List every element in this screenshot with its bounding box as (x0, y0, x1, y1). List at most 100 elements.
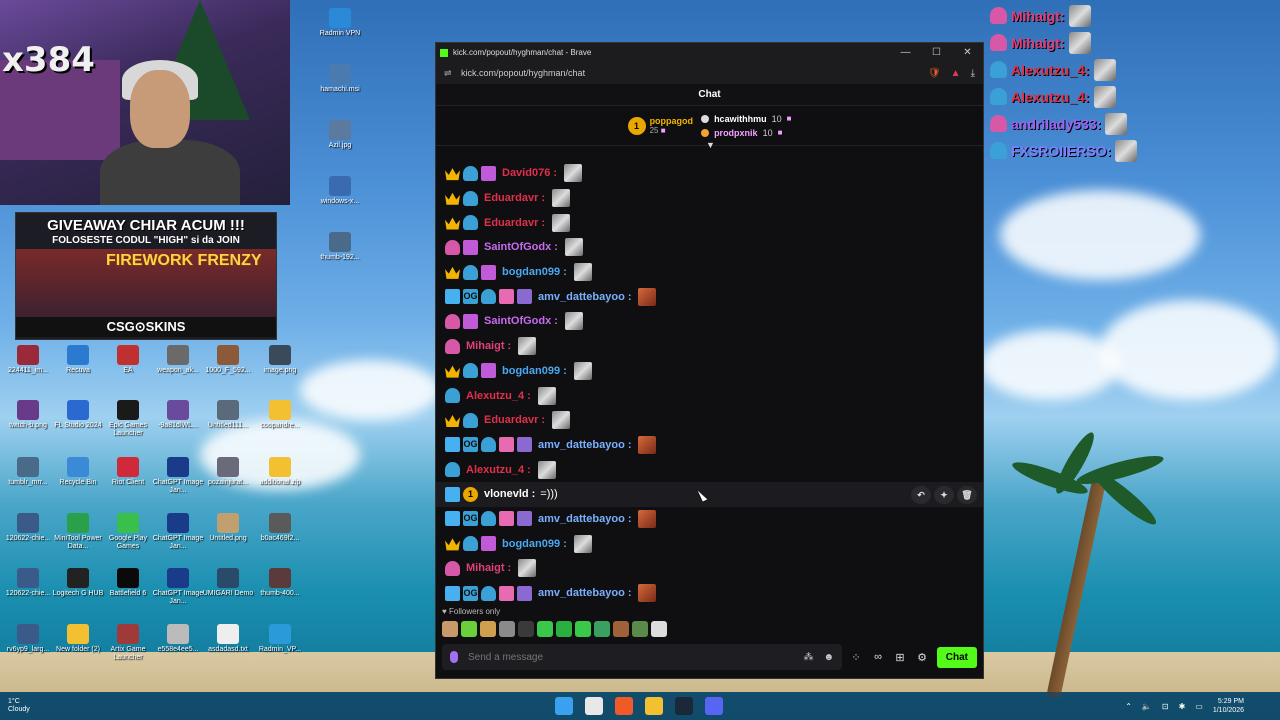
desktop-icon[interactable]: Untitled111... (200, 400, 256, 430)
chat-username[interactable]: Alexutzu_4 (466, 464, 524, 476)
url-field[interactable]: kick.com/popout/hyghman/chat (461, 68, 918, 78)
monster-icon[interactable] (445, 560, 460, 576)
brave-icon[interactable] (615, 697, 633, 715)
gear-icon[interactable]: ⚙ (914, 651, 930, 664)
bot-icon[interactable] (445, 462, 460, 478)
desktop-icon[interactable]: Battlefield 6 (100, 568, 156, 598)
bot-icon[interactable] (445, 388, 460, 404)
desktop-icon[interactable]: twitch-b.png (0, 400, 56, 430)
chat-message[interactable]: OG amv_dattebayoo: (445, 284, 983, 309)
desktop-icon[interactable]: Recuva (50, 345, 106, 375)
desktop-icon[interactable]: thumb-192... (312, 232, 368, 262)
network-icon[interactable]: ⊡ (1162, 702, 1169, 711)
mod-icon[interactable] (517, 437, 532, 453)
chat-username[interactable]: amv_dattebayoo (538, 439, 625, 451)
bot-icon[interactable] (463, 363, 478, 379)
desktop-icon[interactable]: MiniTool Power Data... (50, 513, 106, 551)
desktop-icon[interactable]: EA (100, 345, 156, 375)
desktop-icon[interactable]: Untitled.png (200, 513, 256, 543)
emote[interactable] (442, 621, 458, 637)
hammer-icon[interactable] (445, 486, 460, 502)
hammer-icon[interactable] (445, 511, 460, 527)
bot-icon[interactable] (463, 412, 478, 428)
chat-message[interactable]: OG amv_dattebayoo: (445, 581, 983, 605)
desktop-icon[interactable]: pozainjurat... (200, 457, 256, 487)
emote[interactable] (638, 509, 657, 528)
chat-message[interactable]: Mihaigt: (445, 334, 983, 359)
gift-icon[interactable]: ⊞ (892, 651, 908, 664)
mod-icon[interactable] (517, 289, 532, 305)
chat-username[interactable]: vlonevld (484, 488, 529, 500)
reply-icon[interactable]: ↶ (911, 485, 931, 504)
desktop-icon[interactable]: 120622-chie... (0, 568, 56, 598)
emote[interactable] (651, 621, 667, 637)
gift-icon[interactable] (499, 511, 514, 527)
chat-message[interactable]: bogdan099: (445, 260, 983, 285)
crown-icon[interactable] (445, 365, 460, 378)
monster-icon[interactable] (445, 313, 460, 329)
emote[interactable] (552, 189, 571, 208)
desktop-icon[interactable]: Artix Game Launcher (100, 624, 156, 662)
emote[interactable] (563, 164, 582, 183)
emoji-icon[interactable]: ☻ (823, 652, 834, 663)
og-badge-icon[interactable]: OG (463, 585, 478, 601)
chat-message[interactable]: bogdan099: (445, 359, 983, 384)
chat-username[interactable]: Alexutzu_4 (466, 390, 524, 402)
emote[interactable] (537, 621, 553, 637)
pin-icon[interactable]: ✦ (934, 485, 954, 504)
bot-icon[interactable] (463, 215, 478, 231)
start-icon[interactable] (555, 697, 573, 715)
emote[interactable] (632, 621, 648, 637)
og-badge-icon[interactable]: OG (463, 511, 478, 527)
explorer-window-icon[interactable] (585, 697, 603, 715)
chat-message[interactable]: Eduardavr: (445, 210, 983, 235)
bot-icon[interactable] (463, 536, 478, 552)
bot-icon[interactable] (481, 289, 496, 305)
microphone-icon[interactable] (450, 651, 458, 663)
crown-icon[interactable] (445, 538, 460, 551)
gift-icon[interactable] (481, 536, 496, 552)
chat-username[interactable]: Eduardavr (484, 217, 538, 229)
bot-icon[interactable] (481, 437, 496, 453)
crown-icon[interactable] (445, 217, 460, 230)
gift-icon[interactable] (463, 239, 478, 255)
desktop-icon[interactable]: e558e4ee5... (150, 624, 206, 654)
chat-message[interactable]: Alexutzu_4: (445, 383, 983, 408)
desktop-icon[interactable]: Riot Client (100, 457, 156, 487)
desktop-icon[interactable]: b0ac469f2... (252, 513, 308, 543)
emote[interactable] (499, 621, 515, 637)
clock[interactable]: 5:29 PM 1/10/2026 (1213, 697, 1244, 715)
desktop-icon[interactable]: ChatGPT Image Jan... (150, 457, 206, 495)
desktop-icon[interactable]: FL Studio 2024 (50, 400, 106, 430)
chat-message[interactable]: Alexutzu_4: (445, 457, 983, 482)
chat-username[interactable]: bogdan099 (502, 538, 560, 550)
crown-icon[interactable] (445, 414, 460, 427)
translate-icon[interactable]: ⁂ (803, 652, 813, 663)
bot-icon[interactable] (463, 165, 478, 181)
minimize-icon[interactable]: — (890, 47, 921, 58)
chat-username[interactable]: amv_dattebayoo (538, 291, 625, 303)
og-badge-icon[interactable]: OG (463, 289, 478, 305)
chat-input-box[interactable]: ⁂ ☻ (442, 644, 842, 670)
chat-username[interactable]: SaintOfGodx (484, 315, 551, 327)
desktop-icon[interactable]: windows-x... (312, 176, 368, 206)
chevron-up-icon[interactable]: ⌃ (1125, 702, 1132, 711)
chat-message[interactable]: SaintOfGodx: (445, 309, 983, 334)
discord-icon[interactable] (705, 697, 723, 715)
desktop-icon[interactable]: coopandre... (252, 400, 308, 430)
chat-message[interactable]: bogdan099: (445, 531, 983, 556)
close-icon[interactable]: ✕ (952, 47, 983, 58)
chat-username[interactable]: bogdan099 (502, 266, 560, 278)
emote[interactable] (564, 312, 583, 331)
bot-icon[interactable] (481, 585, 496, 601)
desktop-icon[interactable]: Epic Games Launcher (100, 400, 156, 438)
desktop-icon[interactable]: rv6yp9_larg... (0, 624, 56, 654)
send-chat-button[interactable]: Chat (936, 646, 977, 668)
leaderboard-row[interactable]: hcawithhmu 10 ■ (701, 114, 791, 124)
chat-input[interactable] (468, 651, 794, 663)
chat-message[interactable]: Mihaigt: (445, 556, 983, 581)
collapse-icon[interactable]: ▼ (706, 140, 715, 150)
desktop-icon[interactable]: hamachi.msi (312, 64, 368, 94)
desktop-icon[interactable]: asdadasd.txt (200, 624, 256, 654)
monster-icon[interactable] (445, 239, 460, 255)
